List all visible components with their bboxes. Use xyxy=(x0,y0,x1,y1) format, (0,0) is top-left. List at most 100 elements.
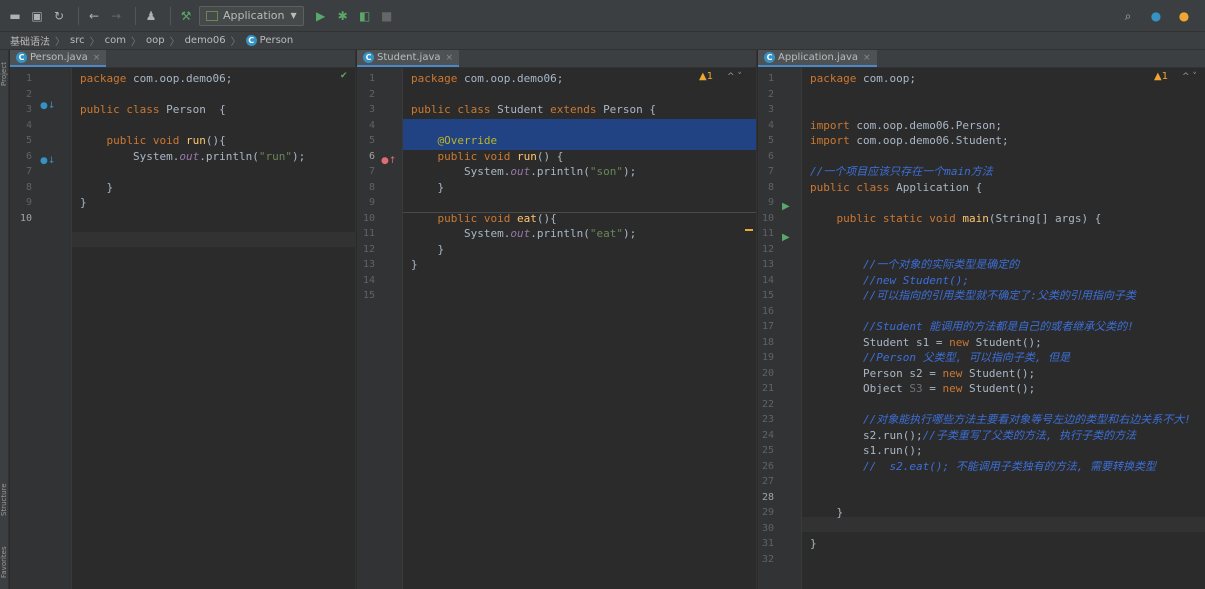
code-line[interactable]: 21 Object S3 = new Student(); xyxy=(758,381,1205,396)
tab-student-java[interactable]: C Student.java × xyxy=(357,50,460,67)
code-line[interactable]: 20 Person s2 = new Student(); xyxy=(758,366,1205,381)
warning-count-badge[interactable]: ▲1 xyxy=(699,71,713,82)
code-line[interactable]: 28 xyxy=(758,490,1205,505)
code-line[interactable]: 29 } xyxy=(758,505,1205,520)
navigate-problems-icon[interactable]: ^ ˅ xyxy=(727,72,742,82)
code-line[interactable]: 32 xyxy=(758,552,1205,567)
code-line[interactable]: 3 xyxy=(758,102,1205,117)
code-line[interactable]: 2 xyxy=(10,87,355,102)
favorites-tool-tab[interactable]: Favorites xyxy=(0,540,9,585)
code-line[interactable]: 8 public class Application { xyxy=(758,180,1205,195)
breadcrumb-item[interactable]: oop xyxy=(146,35,165,46)
code-line[interactable]: 10 public void eat(){ xyxy=(357,211,756,226)
code-line[interactable]: 3 public class Person { xyxy=(10,102,355,117)
code-line[interactable]: 27 xyxy=(758,474,1205,489)
search-icon[interactable]: ⌕ xyxy=(1119,7,1137,25)
code-line[interactable]: 4 import com.oop.demo06.Person; xyxy=(758,118,1205,133)
project-tool-tab[interactable]: Project xyxy=(0,54,9,94)
code-editor[interactable]: 1 package com.oop; 2 3 4 import com.oop.demo0… xyxy=(758,68,1205,589)
code-line[interactable]: 14 xyxy=(357,273,756,288)
breadcrumb-item[interactable]: demo06 xyxy=(185,35,226,46)
code-line[interactable]: 19 //Person 父类型, 可以指向子类, 但是 xyxy=(758,350,1205,365)
code-line[interactable]: 9} xyxy=(10,195,355,210)
code-line[interactable]: 2 xyxy=(357,87,756,102)
breadcrumb-item[interactable]: src xyxy=(70,35,85,46)
code-line[interactable]: 22 xyxy=(758,397,1205,412)
code-line[interactable]: 6 System.out.println("run"); xyxy=(10,149,355,164)
code-line[interactable]: 7 System.out.println("son"); xyxy=(357,164,756,179)
stop-icon[interactable]: ■ xyxy=(378,7,396,25)
code-line[interactable]: 16 xyxy=(758,304,1205,319)
code-line[interactable]: 4 xyxy=(10,118,355,133)
tab-person-java[interactable]: C Person.java × xyxy=(10,50,107,67)
coverage-icon[interactable]: ◧ xyxy=(356,7,374,25)
navigate-problems-icon[interactable]: ^ ˅ xyxy=(1182,72,1197,82)
code-line[interactable]: 15 xyxy=(357,288,756,303)
code-line[interactable]: 10 public static void main(String[] args… xyxy=(758,211,1205,226)
code-line[interactable]: 6 xyxy=(758,149,1205,164)
plugin-icon[interactable]: ● xyxy=(1175,7,1193,25)
code-line[interactable]: 12 } xyxy=(357,242,756,257)
debug-bug-icon[interactable]: ✱ xyxy=(334,7,352,25)
code-line[interactable]: 2 xyxy=(758,87,1205,102)
forward-arrow-icon[interactable]: → xyxy=(107,7,125,25)
run-gutter-icon[interactable]: ▶ xyxy=(782,232,790,243)
build-hammer-icon[interactable]: ⚒ xyxy=(177,7,195,25)
code-line[interactable]: 25 s1.run(); xyxy=(758,443,1205,458)
close-icon[interactable]: × xyxy=(446,53,454,63)
tab-application-java[interactable]: C Application.java × xyxy=(758,50,877,67)
run-icon[interactable]: ▶ xyxy=(312,7,330,25)
code-line[interactable]: 23 //对象能执行哪些方法主要看对象等号左边的类型和右边关系不大! xyxy=(758,412,1205,427)
code-line[interactable]: 7 //一个项目应该只存在一个main方法 xyxy=(758,164,1205,179)
code-line[interactable]: 13} xyxy=(357,257,756,272)
sync-icon[interactable]: ↻ xyxy=(50,7,68,25)
code-line[interactable]: 5 import com.oop.demo06.Student; xyxy=(758,133,1205,148)
code-line[interactable]: 7 xyxy=(10,164,355,179)
breadcrumb-item[interactable]: 基础语法 xyxy=(10,33,50,48)
update-icon[interactable]: ● xyxy=(1147,7,1165,25)
code-line[interactable]: 31} xyxy=(758,536,1205,551)
code-line[interactable]: 26 // s2.eat(); 不能调用子类独有的方法, 需要转换类型 xyxy=(758,459,1205,474)
run-configuration-select[interactable]: Application ▼ xyxy=(199,5,304,26)
user-icon[interactable]: ♟ xyxy=(142,7,160,25)
code-line[interactable]: 3 public class Student extends Person { xyxy=(357,102,756,117)
code-line[interactable]: 30 xyxy=(758,521,1205,536)
code-editor[interactable]: 1 package com.oop.demo06; 2 3 public class P… xyxy=(10,68,355,589)
save-icon[interactable]: ▣ xyxy=(28,7,46,25)
code-line[interactable]: 13 //一个对象的实际类型是确定的 xyxy=(758,257,1205,272)
back-arrow-icon[interactable]: ← xyxy=(85,7,103,25)
code-line[interactable]: 8 } xyxy=(10,180,355,195)
code-line[interactable]: 14 //new Student(); xyxy=(758,273,1205,288)
code-line[interactable]: 1 package com.oop.demo06; xyxy=(357,71,756,86)
open-folder-icon[interactable]: ▬ xyxy=(6,7,24,25)
code-line[interactable]: 10 xyxy=(10,211,355,226)
code-line[interactable]: 5 @Override xyxy=(357,133,756,148)
code-editor[interactable]: 1 package com.oop.demo06; 2 3 public class S… xyxy=(357,68,756,589)
close-icon[interactable]: × xyxy=(93,53,101,63)
code-line[interactable]: 18 Student s1 = new Student(); xyxy=(758,335,1205,350)
code-line[interactable]: 17 //Student 能调用的方法都是自己的或者继承父类的! xyxy=(758,319,1205,334)
close-icon[interactable]: × xyxy=(863,53,871,63)
warning-count-badge[interactable]: ▲1 xyxy=(1154,71,1168,82)
error-stripe-mark[interactable] xyxy=(745,229,753,231)
code-line[interactable]: 6 public void run() { xyxy=(357,149,756,164)
code-line[interactable]: 9 xyxy=(758,195,1205,210)
code-line[interactable]: 1 package com.oop.demo06; xyxy=(10,71,355,86)
code-line[interactable]: 4 xyxy=(357,118,756,133)
code-line[interactable]: 24 s2.run();//子类重写了父类的方法, 执行子类的方法 xyxy=(758,428,1205,443)
code-line[interactable]: 11 System.out.println("eat"); xyxy=(357,226,756,241)
structure-tool-tab[interactable]: Structure xyxy=(0,470,9,530)
code-line[interactable]: 5 public void run(){ xyxy=(10,133,355,148)
implemented-override-icon[interactable]: ●↓ xyxy=(40,156,55,166)
code-line[interactable]: 15 //可以指向的引用类型就不确定了:父类的引用指向子类 xyxy=(758,288,1205,303)
run-gutter-icon[interactable]: ▶ xyxy=(782,201,790,212)
implemented-override-icon[interactable]: ●↓ xyxy=(40,101,55,111)
code-line[interactable]: 1 package com.oop; xyxy=(758,71,1205,86)
breadcrumb-item[interactable]: Person xyxy=(260,35,294,46)
overrides-method-icon[interactable]: ●↑ xyxy=(381,156,396,166)
breadcrumb-item[interactable]: com xyxy=(105,35,126,46)
code-line[interactable]: 8 } xyxy=(357,180,756,195)
code-line[interactable]: 12 xyxy=(758,242,1205,257)
code-line[interactable]: 11 xyxy=(758,226,1205,241)
code-line[interactable]: 9 xyxy=(357,195,756,210)
